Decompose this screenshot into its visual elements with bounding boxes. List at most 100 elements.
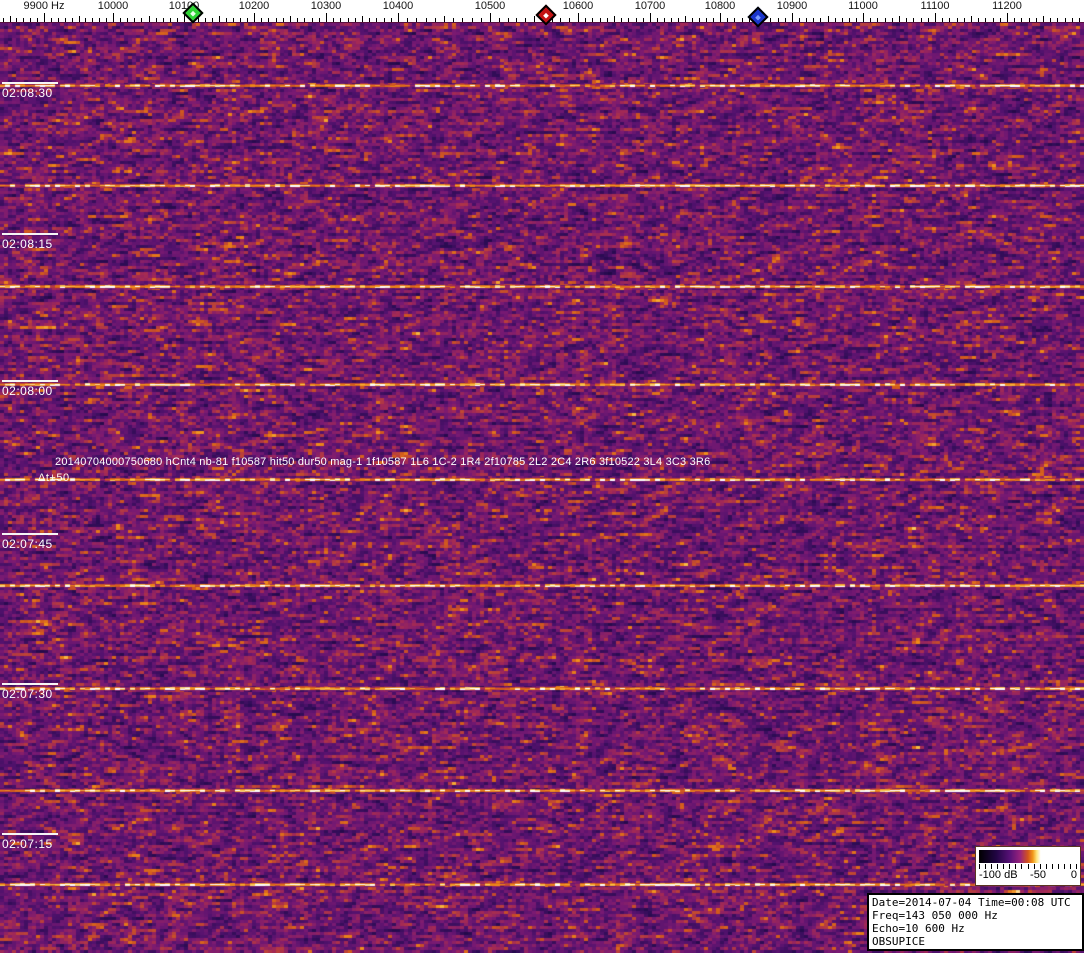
freq-tick [99,18,100,22]
delta-t-label: Δt+50 [38,472,70,484]
freq-label: 10300 [310,0,342,12]
freq-tick [348,18,349,22]
freq-tick [92,18,93,22]
freq-tick [141,18,142,22]
freq-tick [219,16,220,22]
freq-tick [319,18,320,22]
time-label: 02:08:00 [2,384,53,398]
freq-tick [134,18,135,22]
freq-tick [863,13,864,22]
time-tick [2,533,58,535]
freq-tick [1057,18,1058,22]
freq-tick [453,18,454,22]
observation-info-box: Date=2014-07-04 Time=00:08 UTC Freq=143 … [867,893,1084,951]
freq-tick [233,18,234,22]
freq-tick [1043,16,1044,22]
freq-tick [72,18,73,22]
freq-tick [163,18,164,22]
freq-tick [16,18,17,22]
freq-tick [1029,18,1030,22]
freq-tick [1065,18,1066,22]
freq-tick [462,18,463,22]
freq-tick [978,18,979,22]
freq-tick [261,18,262,22]
freq-tick [407,18,408,22]
freq-tick [85,18,86,22]
freq-tick [1050,18,1051,22]
freq-label: 9900 Hz [23,0,65,12]
freq-tick [1021,18,1022,22]
meteor-detection-annotation: 20140704000750680 hCnt4 nb-81 f10587 hit… [55,456,711,468]
freq-tick [499,18,500,22]
freq-tick [362,16,363,22]
freq-tick [58,18,59,22]
freq-tick [985,18,986,22]
freq-tick [51,18,52,22]
freq-tick [1036,18,1037,22]
freq-tick [713,18,714,22]
freq-tick [177,18,178,22]
freq-tick [849,18,850,22]
freq-tick [355,18,356,22]
info-date-line: Date=2014-07-04 Time=00:08 UTC [872,896,1071,909]
freq-tick [699,18,700,22]
freq-tick [942,18,943,22]
freq-tick [10,16,11,22]
freq-tick [650,13,651,22]
info-echo-line: Echo=10 600 Hz [872,922,965,935]
freq-tick [481,18,482,22]
freq-tick [706,18,707,22]
freq-tick [820,18,821,22]
freq-label: 11200 [992,0,1022,12]
freq-tick [628,18,629,22]
freq-tick [120,18,121,22]
freq-tick [621,18,622,22]
time-tick [2,82,58,84]
freq-tick [340,18,341,22]
freq-tick [921,18,922,22]
freq-tick [333,18,334,22]
time-label: 02:08:15 [2,237,53,251]
freq-tick [806,18,807,22]
freq-label: 10400 [382,0,414,12]
freq-tick [971,16,972,22]
freq-tick [444,16,445,22]
marker-red-core [543,12,549,18]
freq-tick [435,18,436,22]
freq-tick [569,18,570,22]
info-station-line: OBSUPICE [872,935,925,948]
freq-tick [1014,18,1015,22]
freq-tick [240,18,241,22]
db-mid-label: -50 [1030,869,1046,881]
time-tick [2,233,58,235]
freq-tick [607,18,608,22]
freq-tick [326,13,327,22]
marker-red-diamond-icon[interactable] [535,4,557,26]
freq-tick [770,18,771,22]
freq-tick [906,18,907,22]
freq-tick [636,18,637,22]
freq-tick [37,18,38,22]
spectrogram-waterfall [0,23,1084,953]
freq-tick [949,18,950,22]
freq-tick [1072,18,1073,22]
freq-tick [892,18,893,22]
freq-tick [198,18,199,22]
freq-tick [247,18,248,22]
freq-tick [156,18,157,22]
freq-label: 10600 [562,0,594,12]
freq-tick [426,18,427,22]
time-tick [2,683,58,685]
freq-tick [290,16,291,22]
freq-tick [828,16,829,22]
freq-tick [226,18,227,22]
freq-label: 10700 [634,0,666,12]
freq-tick [600,18,601,22]
freq-tick [79,16,80,22]
freq-tick [1000,18,1001,22]
freq-label: 11100 [920,0,950,12]
freq-label: 11000 [848,0,878,12]
freq-tick [1079,18,1080,22]
freq-label: 10500 [474,0,506,12]
freq-tick [585,18,586,22]
